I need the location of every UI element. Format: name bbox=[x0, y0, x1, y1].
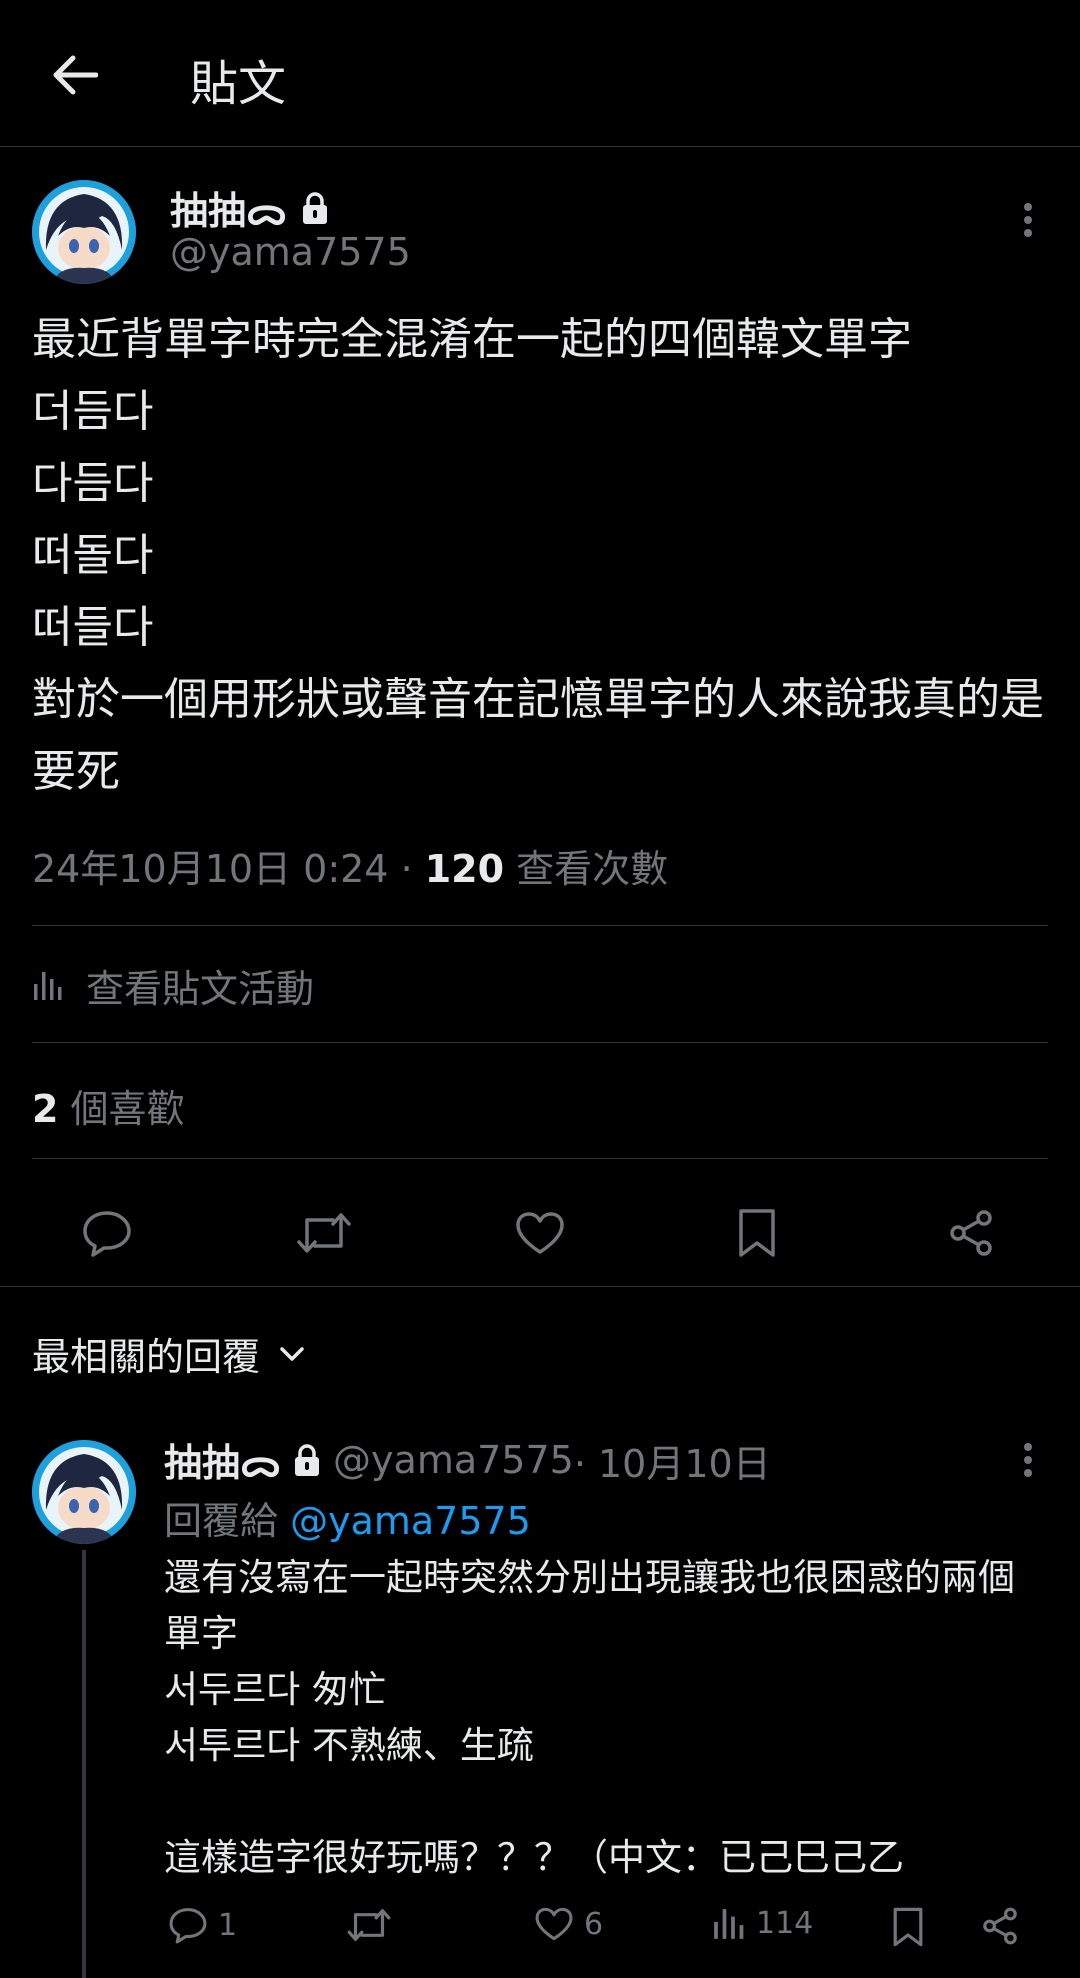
views-label: 查看次數 bbox=[504, 847, 669, 891]
reply-icon bbox=[83, 1211, 131, 1257]
reply-date[interactable]: · 10月10日 bbox=[574, 1433, 771, 1488]
reply-to-line: 回覆給 @yama7575 bbox=[164, 1490, 531, 1545]
reply-button[interactable] bbox=[72, 1198, 142, 1268]
post-meta: 24年10月10日 0:24 · 120 查看次數 bbox=[32, 838, 668, 893]
author-display-name: 抽抽ᯅ bbox=[170, 189, 288, 233]
reply-action-bar: 1 6 114 bbox=[164, 1906, 1044, 1956]
avatar-image bbox=[32, 1440, 136, 1544]
activity-label: 查看貼文活動 bbox=[86, 967, 315, 1011]
reply-reply-button[interactable]: 1 bbox=[168, 1906, 237, 1944]
replies-sort-label: 最相關的回覆 bbox=[32, 1335, 261, 1379]
divider bbox=[32, 1158, 1048, 1159]
views-count: 120 bbox=[424, 847, 505, 891]
bookmark-icon bbox=[893, 1907, 923, 1947]
avatar[interactable] bbox=[32, 180, 136, 284]
reply-to-mention[interactable]: @yama7575 bbox=[290, 1499, 531, 1543]
more-options-button[interactable] bbox=[1008, 190, 1048, 250]
lock-icon bbox=[303, 192, 328, 224]
reply-retweet-button[interactable] bbox=[346, 1906, 392, 1944]
like-icon bbox=[516, 1212, 564, 1254]
more-vertical-icon bbox=[1024, 1443, 1032, 1477]
author-name[interactable]: 抽抽ᯅ bbox=[170, 180, 329, 236]
arrow-left-icon bbox=[53, 55, 98, 95]
share-icon bbox=[950, 1210, 992, 1256]
bookmark-icon bbox=[739, 1209, 775, 1257]
analytics-icon bbox=[714, 1908, 744, 1939]
back-button[interactable] bbox=[40, 40, 110, 110]
reply-count: 1 bbox=[218, 1907, 238, 1943]
reply-bookmark-button[interactable] bbox=[892, 1906, 924, 1948]
reply-to-prefix: 回覆給 bbox=[164, 1499, 291, 1543]
likes-label: 個喜歡 bbox=[58, 1087, 185, 1131]
replies-sort-dropdown[interactable]: 最相關的回覆 bbox=[32, 1326, 306, 1381]
analytics-icon bbox=[34, 971, 62, 1000]
bookmark-button[interactable] bbox=[722, 1198, 792, 1268]
top-bar: 貼文 bbox=[0, 0, 1080, 147]
more-vertical-icon bbox=[1024, 203, 1032, 237]
reply-like-button[interactable]: 6 bbox=[534, 1906, 603, 1942]
meta-separator: · bbox=[388, 847, 425, 891]
like-button[interactable] bbox=[505, 1198, 575, 1268]
reply-icon bbox=[169, 1908, 207, 1944]
section-divider bbox=[0, 1286, 1080, 1287]
reply-header: 抽抽ᯅ @yama7575 · 10月10日 bbox=[164, 1432, 771, 1488]
reply-handle[interactable]: @yama7575 bbox=[333, 1438, 574, 1482]
share-button[interactable] bbox=[936, 1198, 1006, 1268]
share-icon bbox=[983, 1907, 1017, 1945]
avatar-image bbox=[32, 180, 136, 284]
reply-more-options-button[interactable] bbox=[1008, 1430, 1048, 1490]
page-title: 貼文 bbox=[190, 56, 287, 112]
reply-share-button[interactable] bbox=[980, 1906, 1020, 1946]
chevron-down-icon bbox=[280, 1346, 304, 1361]
divider bbox=[32, 925, 1048, 926]
reply-display-name[interactable]: 抽抽ᯅ bbox=[164, 1432, 281, 1488]
post-timestamp[interactable]: 24年10月10日 0:24 bbox=[32, 847, 388, 891]
divider bbox=[32, 1042, 1048, 1043]
reply-avatar[interactable] bbox=[32, 1440, 136, 1544]
post-action-bar bbox=[0, 1178, 1080, 1286]
reply-text: 還有沒寫在一起時突然分別出現讓我也很困惑的兩個單字 서두르다 匆忙 서투르다 不… bbox=[164, 1556, 1015, 1879]
likes-count: 2 bbox=[32, 1087, 59, 1131]
likes-summary[interactable]: 2 個喜歡 bbox=[32, 1078, 185, 1133]
post-text: 最近背單字時完全混淆在一起的四個韓文單字 더듬다 다듬다 떠돌다 떠들다 對於一… bbox=[32, 314, 1044, 797]
like-icon bbox=[535, 1907, 573, 1941]
like-count: 6 bbox=[584, 1906, 604, 1942]
author-handle[interactable]: @yama7575 bbox=[170, 230, 411, 274]
thread-line bbox=[82, 1550, 86, 1978]
lock-icon bbox=[295, 1444, 320, 1476]
view-post-activity-button[interactable]: 查看貼文活動 bbox=[32, 958, 314, 1013]
view-count: 114 bbox=[756, 1906, 814, 1941]
retweet-icon bbox=[347, 1909, 391, 1941]
retweet-icon bbox=[297, 1213, 351, 1253]
retweet-button[interactable] bbox=[289, 1198, 359, 1268]
reply-views-button[interactable]: 114 bbox=[712, 1906, 813, 1941]
